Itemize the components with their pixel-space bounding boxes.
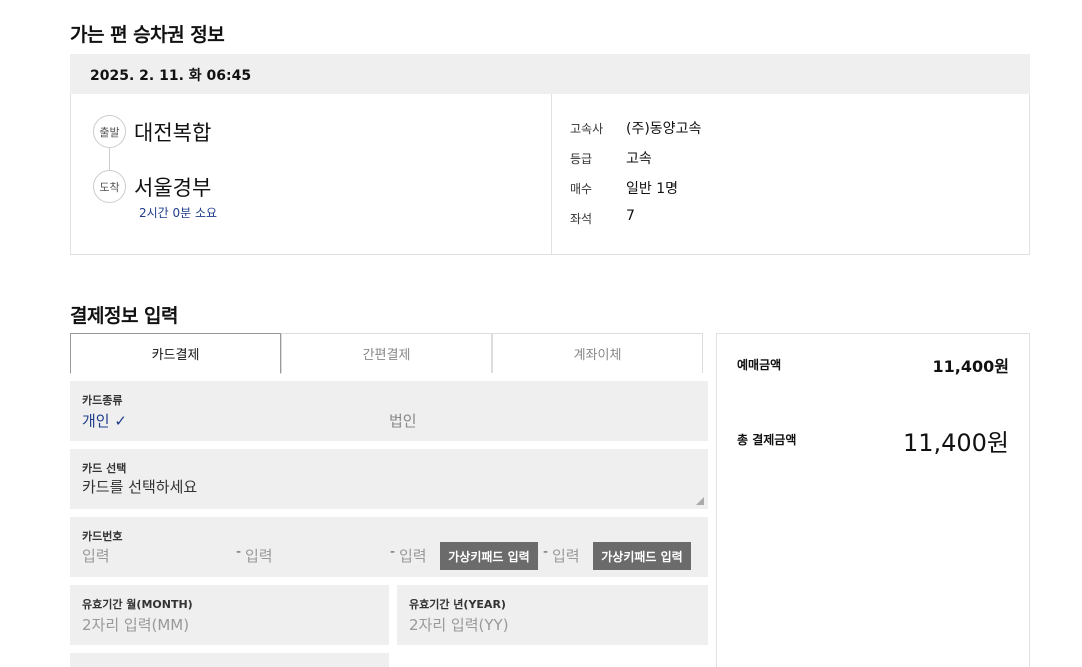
payment-tabs: 카드결제 간편결제 계좌이체	[70, 333, 703, 374]
expiry-year-label: 유효기간 년(YEAR)	[409, 598, 506, 611]
virtual-keypad-button-3[interactable]: 가상키패드 입력	[440, 542, 538, 570]
departure-badge: 출발	[93, 115, 126, 148]
card-type-field: 카드종류 개인 ✓ 법인	[70, 381, 708, 441]
next-field-partial	[70, 653, 389, 667]
expiry-year-field: 유효기간 년(YEAR) 2자리 입력(YY)	[397, 585, 708, 645]
card-number-input-4[interactable]: 입력	[552, 545, 580, 566]
outbound-section-title: 가는 편 승차권 정보	[70, 24, 225, 46]
expiry-month-field: 유효기간 월(MONTH) 2자리 입력(MM)	[70, 585, 389, 645]
card-number-dash: -	[543, 544, 549, 560]
card-number-input-3[interactable]: 입력	[399, 545, 427, 566]
info-key: 매수	[570, 182, 593, 196]
card-number-field: 카드번호 입력 - 입력 - 입력 가상키패드 입력 - 입력 가상키패드 입력	[70, 517, 708, 577]
expiry-year-input[interactable]: 2자리 입력(YY)	[409, 614, 509, 635]
info-key: 좌석	[570, 212, 593, 226]
info-value: (주)동양고속	[626, 121, 702, 137]
card-type-personal[interactable]: 개인 ✓	[82, 410, 127, 431]
arrival-terminal: 서울경부	[134, 176, 212, 200]
card-select-dropdown[interactable]: 카드를 선택하세요	[82, 476, 197, 497]
info-value: 일반 1명	[626, 181, 678, 197]
virtual-keypad-button-4[interactable]: 가상키패드 입력	[593, 542, 691, 570]
card-select-field[interactable]: 카드 선택 카드를 선택하세요	[70, 449, 708, 509]
expiry-month-label: 유효기간 월(MONTH)	[82, 598, 193, 611]
travel-duration: 2시간 0분 소요	[139, 206, 218, 220]
tab-card-payment[interactable]: 카드결제	[70, 333, 281, 374]
tab-easy-payment[interactable]: 간편결제	[281, 333, 492, 373]
card-number-dash: -	[390, 544, 396, 560]
card-select-label: 카드 선택	[82, 462, 127, 475]
payment-summary: 예매금액 11,400원 총 결제금액 11,400원	[716, 333, 1030, 667]
arrival-badge: 도착	[93, 170, 126, 203]
info-key: 고속사	[570, 122, 604, 136]
card-number-input-1[interactable]: 입력	[82, 545, 110, 566]
expiry-month-input[interactable]: 2자리 입력(MM)	[82, 614, 189, 635]
tab-bank-transfer[interactable]: 계좌이체	[492, 333, 703, 373]
card-number-input-2[interactable]: 입력	[245, 545, 273, 566]
info-value: 7	[626, 208, 635, 224]
ticket-divider	[551, 94, 552, 254]
resize-handle-icon	[696, 497, 704, 505]
route-line	[109, 148, 110, 171]
total-label: 총 결제금액	[737, 433, 797, 447]
ticket-body: 출발 도착 대전복합 서울경부 2시간 0분 소요 고속사 (주)동양고속 등급…	[70, 94, 1030, 255]
fare-label: 예매금액	[737, 358, 782, 372]
info-key: 등급	[570, 152, 593, 166]
card-number-dash: -	[236, 544, 242, 560]
card-type-corporate[interactable]: 법인	[389, 410, 417, 431]
ticket-header: 2025. 2. 11. 화 06:45	[70, 54, 1030, 94]
card-number-label: 카드번호	[82, 530, 123, 543]
departure-terminal: 대전복합	[134, 121, 212, 145]
info-value: 고속	[626, 151, 652, 167]
card-type-label: 카드종류	[82, 394, 123, 407]
fare-value: 11,400원	[932, 357, 1009, 376]
total-value: 11,400원	[902, 429, 1009, 457]
departure-datetime: 2025. 2. 11. 화 06:45	[90, 68, 252, 84]
payment-section-title: 결제정보 입력	[70, 305, 179, 327]
